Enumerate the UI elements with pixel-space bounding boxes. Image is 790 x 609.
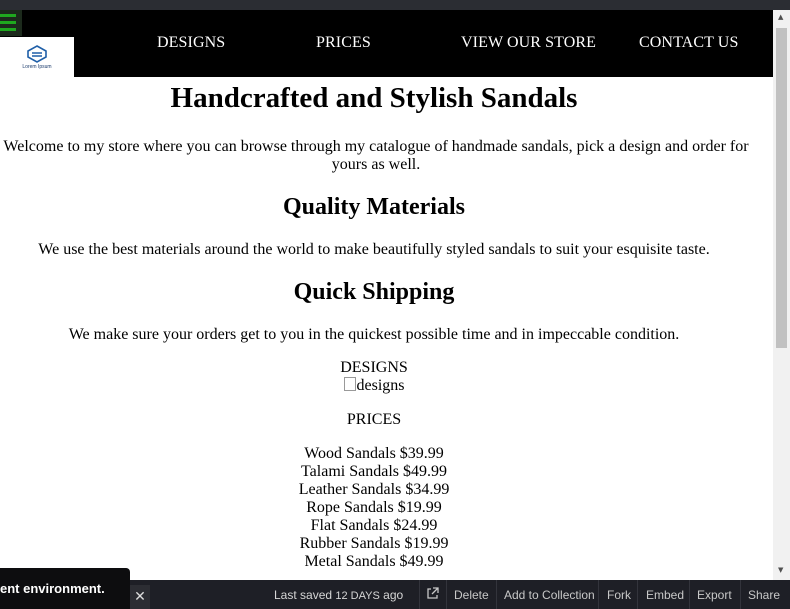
- price-item: Leather Sandals $34.99: [298, 481, 450, 498]
- shipping-text: We make sure your orders get to you in t…: [68, 326, 680, 343]
- logo-mark-icon: [27, 44, 47, 63]
- nav-designs-link[interactable]: DESIGNS: [157, 34, 225, 52]
- export-button[interactable]: Export: [697, 588, 732, 602]
- price-item: Wood Sandals $39.99: [304, 445, 444, 462]
- toast-close-icon[interactable]: ✕: [130, 585, 150, 609]
- page-title: Handcrafted and Stylish Sandals: [170, 82, 578, 114]
- browser-top-strip: [0, 0, 790, 10]
- environment-toast: ent environment.: [0, 568, 130, 609]
- open-external-icon[interactable]: [426, 587, 439, 603]
- delete-button[interactable]: Delete: [454, 588, 489, 602]
- nav-contact-link[interactable]: CONTACT US: [639, 34, 738, 52]
- quality-heading: Quality Materials: [283, 194, 465, 220]
- fork-button[interactable]: Fork: [607, 588, 631, 602]
- hamburger-menu-icon[interactable]: [0, 10, 22, 36]
- logo-text: Lorem Ipsum: [22, 63, 52, 70]
- scroll-down-arrow-icon[interactable]: ▼: [778, 566, 783, 574]
- quality-text: We use the best materials around the wor…: [38, 241, 710, 258]
- site-navbar: DESIGNS PRICES VIEW OUR STORE CONTACT US: [0, 10, 773, 77]
- site-logo[interactable]: Lorem Ipsum: [0, 37, 74, 77]
- shipping-heading: Quick Shipping: [293, 279, 455, 305]
- share-button[interactable]: Share: [748, 588, 780, 602]
- add-to-collection-button[interactable]: Add to Collection: [504, 588, 595, 602]
- price-item: Flat Sandals $24.99: [310, 517, 438, 534]
- broken-image-icon: [343, 377, 356, 391]
- nav-store-link[interactable]: VIEW OUR STORE: [461, 34, 596, 52]
- designs-label: DESIGNS: [340, 359, 408, 376]
- toast-text: ent environment.: [0, 581, 105, 596]
- nav-prices-link[interactable]: PRICES: [316, 34, 371, 52]
- price-item: Talami Sandals $49.99: [301, 463, 447, 480]
- embed-button[interactable]: Embed: [646, 588, 684, 602]
- scrollbar-thumb[interactable]: [776, 28, 787, 348]
- intro-text: Welcome to my store where you can browse…: [3, 138, 749, 173]
- designs-image: designs: [0, 377, 748, 395]
- last-saved-label: Last saved 12 DAYS ago: [274, 588, 404, 602]
- price-item: Rope Sandals $19.99: [306, 499, 442, 516]
- prices-label: PRICES: [346, 411, 402, 428]
- scroll-up-arrow-icon[interactable]: ▲: [778, 13, 783, 21]
- price-item: Rubber Sandals $19.99: [299, 535, 449, 552]
- designs-image-alt: designs: [356, 377, 405, 394]
